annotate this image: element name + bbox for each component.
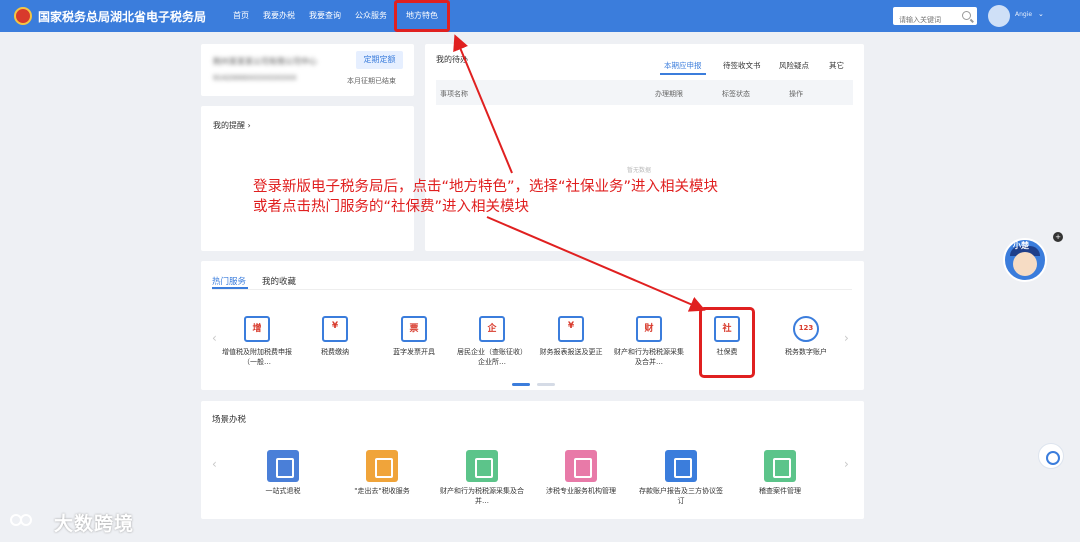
tax-type-button[interactable]: 定期定额 xyxy=(356,51,403,69)
payment-icon: ¥ xyxy=(322,316,348,342)
printer-icon: 票 xyxy=(401,316,427,342)
tab-others[interactable]: 其它 xyxy=(829,60,844,71)
nav-local-features[interactable]: 地方特色 xyxy=(394,0,450,32)
empty-state: 暂无数据 xyxy=(627,167,652,174)
chevron-left-icon[interactable]: ‹ xyxy=(212,331,217,345)
top-navigation-bar: 国家税务总局湖北省电子税务局 首页 我要办税 我要查询 公众服务 地方特色 An… xyxy=(0,0,1080,32)
document-icon: 增 xyxy=(244,316,270,342)
site-title[interactable]: 国家税务总局湖北省电子税务局 xyxy=(38,8,206,25)
tab-risks[interactable]: 风险疑点 xyxy=(779,60,809,71)
company-name: 荆州某某某公司有限公司中心 xyxy=(213,57,317,66)
todo-card: 我的待办 xyxy=(425,44,864,251)
property-doc-icon: 财 xyxy=(636,316,662,342)
period-status: 本月征期已结束 xyxy=(347,77,396,85)
avatar[interactable] xyxy=(988,5,1010,27)
instruction-annotation: 登录新版电子税务局后，点击“地方特色”，选择“社保业务”进入相关模块 或者点击热… xyxy=(253,177,853,217)
globe-icon xyxy=(366,450,398,482)
nav-do-tax[interactable]: 我要办税 xyxy=(256,0,302,32)
nav-home[interactable]: 首页 xyxy=(226,0,256,32)
service-financial-report[interactable]: ¥ 财务报表报送及更正 xyxy=(535,316,607,357)
carousel-dot[interactable] xyxy=(537,383,555,386)
col-status: 标签状态 xyxy=(722,90,750,98)
carousel-dot-active[interactable] xyxy=(512,383,530,386)
service-label: 税费缴纳 xyxy=(321,348,349,356)
service-label: 居民企业（查账征收）企业所… xyxy=(457,348,527,366)
scene-bank-account[interactable]: 存款账户报告及三方协议签订 xyxy=(636,450,726,506)
service-digital-account[interactable]: 123 税务数字账户 xyxy=(770,316,842,357)
scene-label: 一站式退税 xyxy=(265,487,301,495)
chevron-left-icon[interactable]: ‹ xyxy=(212,457,217,471)
scene-going-out-service[interactable]: "走出去"税收服务 xyxy=(337,450,427,496)
scene-audit-case[interactable]: 稽查案件管理 xyxy=(735,450,825,496)
bank-icon xyxy=(665,450,697,482)
search-icon[interactable] xyxy=(962,11,971,20)
annotation-line-2: 或者点击热门服务的“社保费”进入相关模块 xyxy=(253,199,530,215)
col-deadline: 办理期限 xyxy=(655,90,683,98)
scene-label: 涉税专业服务机构管理 xyxy=(546,487,616,495)
refund-icon xyxy=(267,450,299,482)
service-label: 蓝字发票开具 xyxy=(393,348,435,356)
service-vat-declaration[interactable]: 增 增值税及附加税费申报（一般… xyxy=(221,316,293,367)
service-label: 税务数字账户 xyxy=(785,348,827,356)
scene-tax-agency[interactable]: 涉税专业服务机构管理 xyxy=(536,450,626,496)
tab-current-declaration[interactable]: 本期应申报 xyxy=(664,60,702,71)
service-property-tax[interactable]: 财 财产和行为税税源采集及合并… xyxy=(613,316,685,367)
todo-title: 我的待办 xyxy=(436,55,468,64)
chevron-right-icon[interactable]: › xyxy=(844,331,849,345)
close-icon[interactable]: + xyxy=(1053,232,1063,242)
scene-title: 场景办税 xyxy=(212,415,247,425)
main-nav: 首页 我要办税 我要查询 公众服务 地方特色 xyxy=(226,0,450,32)
nav-query[interactable]: 我要查询 xyxy=(302,0,348,32)
property-doc-icon xyxy=(466,450,498,482)
service-label: 财务报表报送及更正 xyxy=(539,348,603,356)
report-icon: ¥ xyxy=(558,316,584,342)
scene-one-stop-refund[interactable]: 一站式退税 xyxy=(238,450,328,496)
highlight-box-social-insurance xyxy=(699,307,755,378)
service-label: 财产和行为税税源采集及合并… xyxy=(614,348,684,366)
tax-emblem-icon xyxy=(14,7,32,25)
reminder-title[interactable]: 我的提醒 › xyxy=(213,120,251,131)
scene-property-tax[interactable]: 财产和行为税税源采集及合并… xyxy=(437,450,527,506)
service-invoice-issue[interactable]: 票 蓝字发票开具 xyxy=(378,316,450,357)
scene-label: "走出去"税收服务 xyxy=(354,487,410,495)
divider xyxy=(212,289,852,290)
chevron-down-icon[interactable]: ⌄ xyxy=(1038,10,1044,18)
watermark-text: 大数跨境 xyxy=(54,513,135,535)
nav-public-service[interactable]: 公众服务 xyxy=(348,0,394,32)
service-tax-payment[interactable]: ¥ 税费缴纳 xyxy=(299,316,371,357)
service-label: 增值税及附加税费申报（一般… xyxy=(222,348,292,366)
audit-icon xyxy=(764,450,796,482)
enterprise-icon: 企 xyxy=(479,316,505,342)
search-input[interactable] xyxy=(893,11,957,29)
scene-label: 存款账户报告及三方协议签订 xyxy=(639,487,723,505)
annotation-line-1: 登录新版电子税务局后，点击“地方特色”，选择“社保业务”进入相关模块 xyxy=(253,179,719,195)
active-tab-indicator xyxy=(660,73,706,75)
col-action: 操作 xyxy=(789,90,803,98)
watermark-logo-icon xyxy=(10,514,32,526)
company-tax-id: 91420000XXXXXXXXXX xyxy=(213,74,297,82)
chevron-right-icon[interactable]: › xyxy=(844,457,849,471)
mascot-face-icon xyxy=(1013,252,1037,276)
service-enterprise-income[interactable]: 企 居民企业（查账征收）企业所… xyxy=(456,316,528,367)
scene-label: 稽查案件管理 xyxy=(759,487,801,495)
tab-documents[interactable]: 待签收文书 xyxy=(723,60,761,71)
scene-label: 财产和行为税税源采集及合并… xyxy=(440,487,524,505)
tab-favorites[interactable]: 我的收藏 xyxy=(262,275,296,287)
tab-hot-services[interactable]: 热门服务 xyxy=(212,275,246,287)
search-box xyxy=(893,7,977,29)
agency-icon xyxy=(565,450,597,482)
user-account-icon: 123 xyxy=(793,316,819,342)
username[interactable]: Angie xyxy=(1015,11,1032,18)
feedback-icon[interactable] xyxy=(1038,443,1064,469)
mascot-label: 小楚 xyxy=(1013,241,1029,250)
col-item-name: 事项名称 xyxy=(440,90,468,98)
